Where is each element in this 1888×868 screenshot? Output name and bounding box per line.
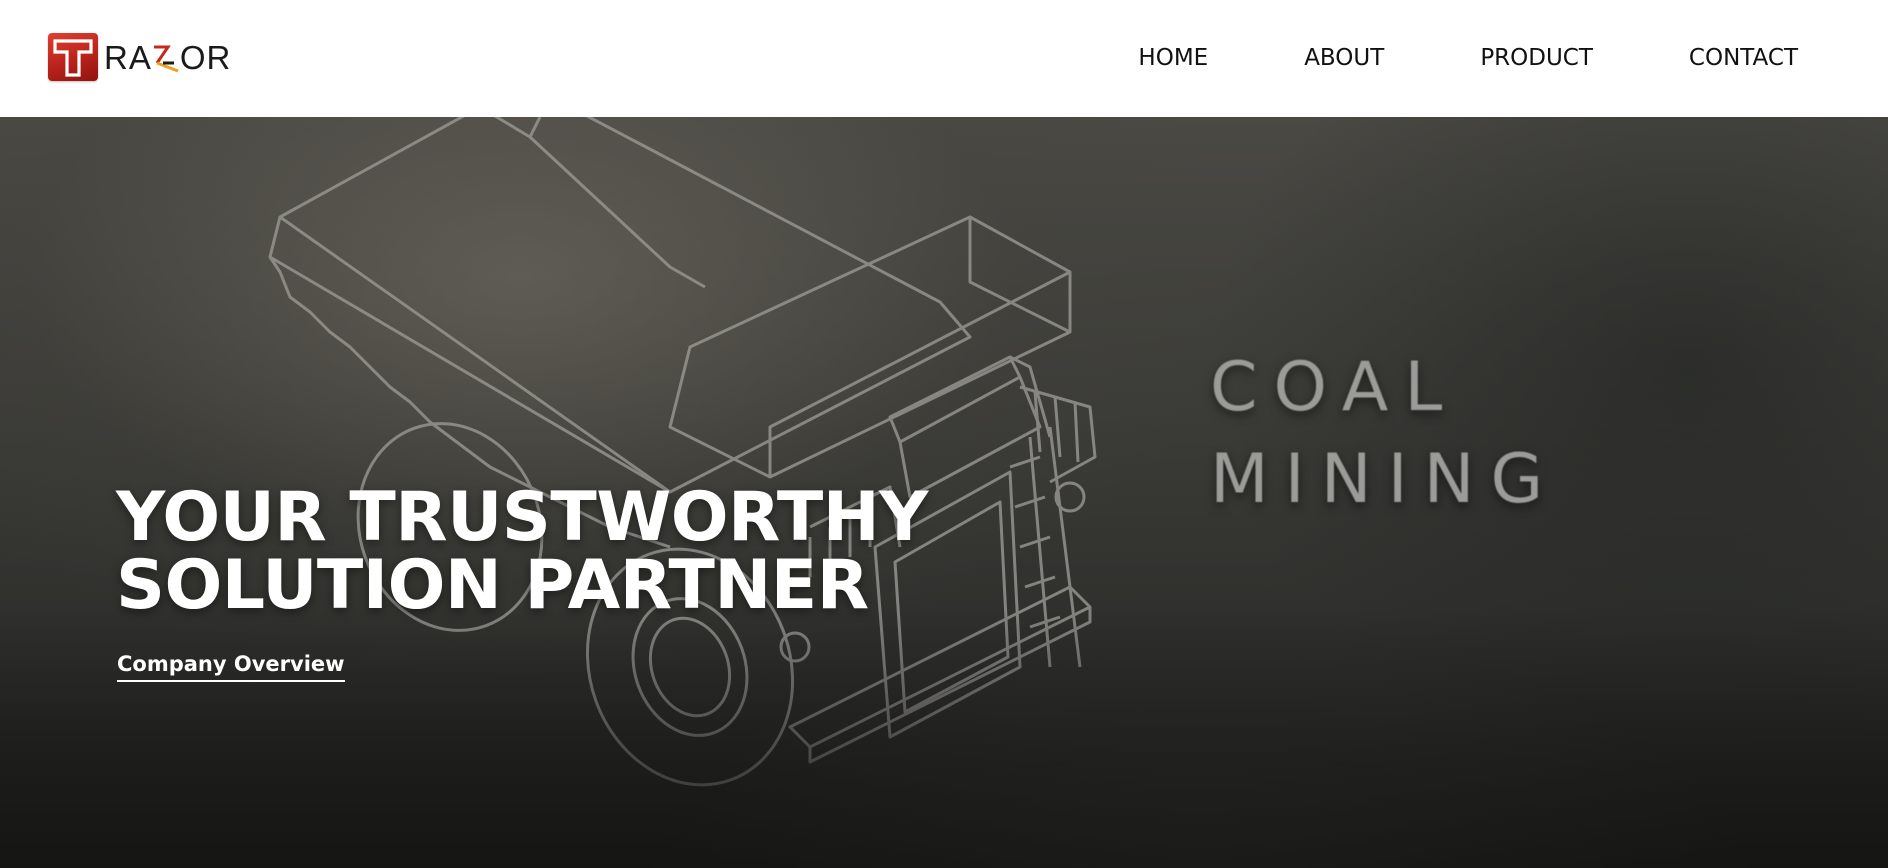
hero-headline: YOUR TRUSTWORTHY SOLUTION PARTNER: [116, 484, 928, 620]
razor-t-logo-icon: [48, 33, 98, 81]
main-nav: HOME ABOUT PRODUCT CONTACT: [1138, 44, 1798, 72]
nav-contact[interactable]: CONTACT: [1689, 44, 1798, 72]
brand-wordmark-text: RA OR: [104, 38, 232, 76]
nav-home[interactable]: HOME: [1138, 44, 1208, 72]
brand-wordmark: RA OR: [104, 41, 231, 74]
hero-headline-line2: SOLUTION PARTNER: [116, 546, 869, 625]
coal-caption-line1: COAL: [1210, 348, 1459, 427]
nav-about[interactable]: ABOUT: [1304, 44, 1384, 72]
hero-bottom-fade: [0, 608, 1888, 868]
company-overview-link[interactable]: Company Overview: [117, 652, 345, 682]
hero-banner: COAL MINING YOUR TRUSTWORTHY SOLUTION PA…: [0, 117, 1888, 868]
hero-headline-line1: YOUR TRUSTWORTHY: [116, 478, 928, 557]
coal-caption-line2: MINING: [1210, 440, 1560, 519]
coal-mining-caption: COAL MINING: [1210, 342, 1559, 526]
nav-product[interactable]: PRODUCT: [1480, 44, 1593, 72]
razor-z-icon: [152, 41, 180, 73]
site-header: RA OR HOME ABOUT PRODUCT CONTACT: [0, 0, 1888, 117]
brand-logo[interactable]: RA OR: [48, 32, 231, 82]
